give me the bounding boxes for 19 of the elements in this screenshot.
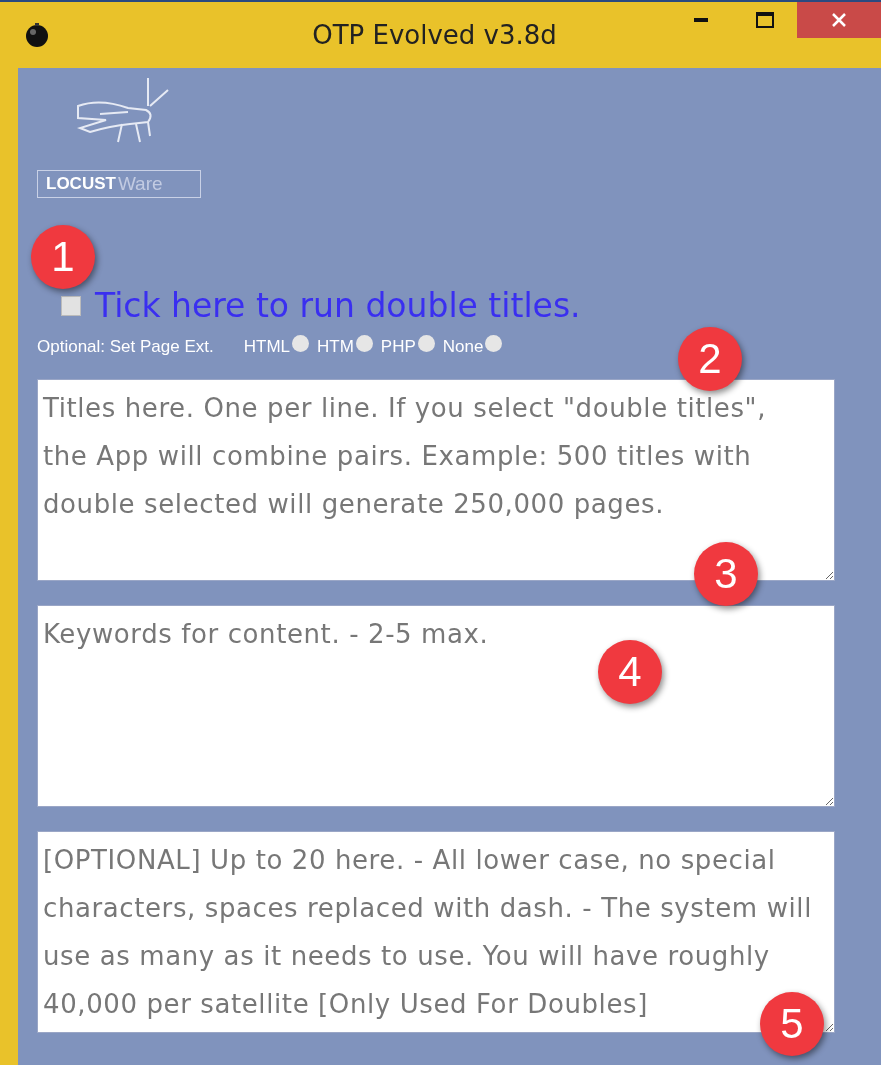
maximize-icon [756, 12, 774, 28]
radio-button[interactable] [292, 334, 309, 352]
checkbox[interactable] [61, 295, 81, 316]
page-ext-label: Optional: Set Page Ext. [37, 337, 214, 357]
radio-button[interactable] [355, 334, 373, 352]
window-title: OTP Evolved v3.8d [311, 20, 558, 50]
close-icon [831, 12, 847, 28]
minimize-icon [694, 18, 708, 22]
close-button[interactable] [797, 2, 881, 38]
radio-button[interactable] [485, 334, 503, 352]
logo-text: Ware [117, 173, 163, 195]
radio-button[interactable] [417, 334, 435, 352]
checkbox-label[interactable]: Tick here to run double titles. [95, 286, 581, 325]
logo-text: LOCUST [46, 174, 116, 194]
radio-label[interactable]: HTM [317, 337, 354, 357]
radio-label[interactable]: None [442, 337, 484, 357]
bomb-icon [24, 22, 50, 48]
radio-label[interactable]: PHP [380, 337, 416, 357]
radio-label[interactable]: HTML [243, 337, 290, 357]
